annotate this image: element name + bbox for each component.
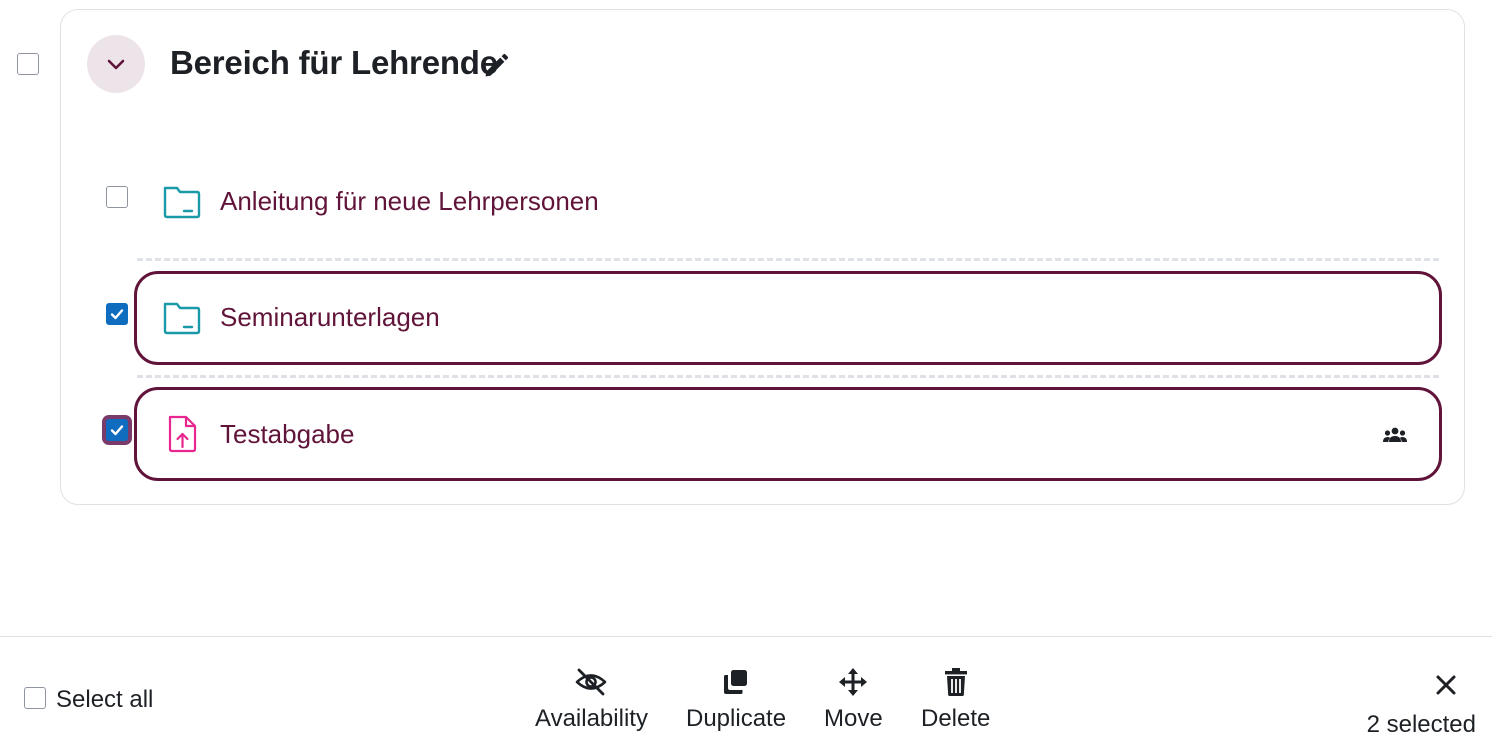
- eye-slash-icon: [574, 665, 608, 699]
- assignment-upload-icon: [168, 415, 197, 453]
- activity-divider: [137, 375, 1439, 378]
- activity-select-checkbox[interactable]: [106, 186, 128, 208]
- activity-link[interactable]: Anleitung für neue Lehrpersonen: [220, 186, 599, 217]
- availability-button[interactable]: Availability: [535, 665, 648, 733]
- trash-icon: [939, 665, 973, 699]
- delete-label: Delete: [921, 705, 991, 732]
- section-title[interactable]: Bereich für Lehrende: [170, 44, 498, 82]
- selected-count: 2 selected: [1366, 711, 1476, 738]
- section-collapse-button[interactable]: [87, 35, 145, 93]
- bulk-edit-toolbar: Select all Availability Duplicate Move D…: [0, 636, 1492, 752]
- select-all-label[interactable]: Select all: [56, 686, 153, 714]
- checkmark-icon: [110, 425, 124, 436]
- folder-icon: [163, 186, 201, 219]
- activity-divider: [137, 258, 1439, 261]
- copy-icon: [719, 665, 753, 699]
- duplicate-label: Duplicate: [686, 705, 787, 732]
- chevron-down-icon: [107, 59, 125, 70]
- activity-link[interactable]: Seminarunterlagen: [220, 302, 440, 333]
- activity-select-checkbox[interactable]: [106, 419, 128, 441]
- pencil-icon[interactable]: [482, 52, 510, 80]
- move-label: Move: [824, 705, 883, 732]
- course-page: Bereich für Lehrende Anleitung für neue …: [0, 0, 1492, 752]
- availability-label: Availability: [535, 705, 648, 732]
- activity-select-checkbox[interactable]: [106, 303, 128, 325]
- checkmark-icon: [110, 309, 124, 320]
- delete-button[interactable]: Delete: [921, 665, 990, 733]
- close-icon[interactable]: [1432, 671, 1460, 699]
- duplicate-button[interactable]: Duplicate: [686, 665, 786, 733]
- group-mode-icon[interactable]: [1382, 423, 1408, 449]
- arrows-move-icon: [836, 665, 870, 699]
- section-select-checkbox[interactable]: [17, 53, 39, 75]
- folder-icon: [163, 302, 201, 335]
- move-button[interactable]: Move: [824, 665, 883, 733]
- select-all-checkbox[interactable]: [24, 687, 46, 709]
- activity-link[interactable]: Testabgabe: [220, 419, 354, 450]
